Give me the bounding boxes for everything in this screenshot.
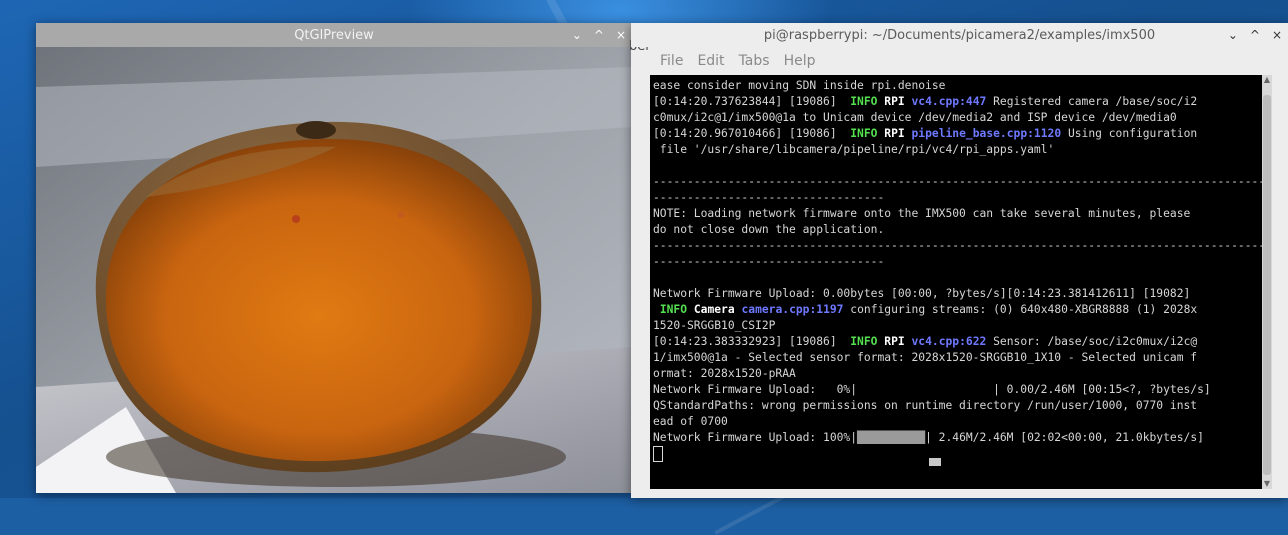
terminal-text: INFO <box>850 95 878 108</box>
terminal-line: ----------------------------------------… <box>653 238 1262 254</box>
terminal-text: vc4.cpp:622 <box>911 335 987 348</box>
terminal-text: Sensor: /base/soc/i2c0mux/i2c@ <box>986 335 1198 348</box>
terminal-menubar: File Edit Tabs Help <box>631 47 1288 75</box>
terminal-window-title: pi@raspberrypi: ~/Documents/picamera2/ex… <box>763 27 1156 43</box>
terminal-line: Network Firmware Upload: 0.00bytes [00:0… <box>653 286 1262 302</box>
terminal-text: ormat: 2028x1520-pRAA <box>653 367 796 380</box>
terminal-line: [0:14:23.383332923] [19086] INFO RPI vc4… <box>653 334 1262 350</box>
maximize-icon[interactable]: ^ <box>594 23 604 47</box>
terminal-text: ease consider moving SDN inside rpi.deno… <box>653 79 946 92</box>
terminal-text: Network Firmware Upload: 0%| | 0.00/2.46… <box>653 383 1211 396</box>
terminal-text: c0mux/i2c@1/imx500@1a to Unicam device /… <box>653 111 1177 124</box>
scrollbar-thumb[interactable] <box>1263 95 1271 475</box>
progress-bar-fill: ██████████ <box>857 431 926 444</box>
terminal-text: Using configuration <box>1061 127 1198 140</box>
terminal-text: [0:14:20.967010466] [19086] <box>653 127 851 140</box>
menu-tabs[interactable]: Tabs <box>739 53 770 69</box>
terminal-text: [0:14:20.737623844] [19086] <box>653 95 851 108</box>
terminal-line: c0mux/i2c@1/imx500@1a to Unicam device /… <box>653 110 1262 126</box>
terminal-text: Network Firmware Upload: 0.00bytes [00:0… <box>653 287 1191 300</box>
terminal-text: 1/imx500@1a - Selected sensor format: 20… <box>653 351 1198 364</box>
terminal-text: INFO <box>659 303 688 316</box>
terminal-line: NOTE: Loading network firmware onto the … <box>653 206 1262 222</box>
terminal-text: camera.cpp:1197 <box>741 303 844 316</box>
terminal-line: ormat: 2028x1520-pRAA <box>653 366 1262 382</box>
menu-edit[interactable]: Edit <box>697 53 724 69</box>
terminal-line: QStandardPaths: wrong permissions on run… <box>653 398 1262 414</box>
menu-file[interactable]: File <box>660 53 683 69</box>
terminal-text: pipeline_base.cpp:1120 <box>911 127 1062 140</box>
terminal-text: INFO <box>850 127 878 140</box>
maximize-icon[interactable]: ^ <box>1250 23 1260 47</box>
terminal-line: 1/imx500@1a - Selected sensor format: 20… <box>653 350 1262 366</box>
terminal-text: vc4.cpp:447 <box>911 95 987 108</box>
terminal-line: file '/usr/share/libcamera/pipeline/rpi/… <box>653 142 1262 158</box>
terminal-line: ease consider moving SDN inside rpi.deno… <box>653 78 1262 94</box>
scroll-to-bottom-icon[interactable] <box>929 458 941 466</box>
camera-preview-image <box>36 47 632 493</box>
terminal-line: Network Firmware Upload: 0%| | 0.00/2.46… <box>653 382 1262 398</box>
terminal-text: Network Firmware Upload: 100%| <box>653 431 858 444</box>
orange-photo <box>36 47 632 493</box>
terminal-line: INFO Camera camera.cpp:1197 configuring … <box>653 302 1262 318</box>
terminal-text: ----------------------------------------… <box>653 175 1262 188</box>
terminal-line: ---------------------------------- <box>653 190 1262 206</box>
terminal-text: QStandardPaths: wrong permissions on run… <box>653 399 1198 412</box>
terminal-text: RPI <box>884 95 905 108</box>
terminal-line: [0:14:20.737623844] [19086] INFO RPI vc4… <box>653 94 1262 110</box>
scroll-up-icon[interactable]: ▲ <box>1262 75 1272 85</box>
terminal-text: [0:14:23.383332923] [19086] <box>653 335 851 348</box>
terminal-text: configuring streams: (0) 640x480-XBGR888… <box>843 303 1198 316</box>
terminal-text: RPI <box>884 335 905 348</box>
preview-window-controls: ⌄ ^ × <box>572 23 626 47</box>
terminal-scrollbar[interactable]: ▲ ▼ <box>1262 75 1272 489</box>
terminal-text: INFO <box>850 335 878 348</box>
minimize-icon[interactable]: ⌄ <box>1228 23 1238 47</box>
terminal-window: ber pi@raspberrypi: ~/Documents/picamera… <box>629 23 1288 498</box>
text-cursor <box>653 446 663 462</box>
terminal-text: ---------------------------------- <box>653 191 885 204</box>
close-icon[interactable]: × <box>1272 23 1282 47</box>
terminal-text: file '/usr/share/libcamera/pipeline/rpi/… <box>653 143 1055 156</box>
terminal-text: do not close down the application. <box>653 223 885 236</box>
terminal-prompt-line[interactable] <box>653 446 1262 462</box>
terminal-text: RPI <box>884 127 905 140</box>
terminal-output[interactable]: ease consider moving SDN inside rpi.deno… <box>650 75 1262 489</box>
close-icon[interactable]: × <box>616 23 626 47</box>
terminal-text: Camera <box>693 303 735 316</box>
minimize-icon[interactable]: ⌄ <box>572 23 582 47</box>
terminal-window-controls: ⌄ ^ × <box>1228 23 1282 47</box>
terminal-titlebar[interactable]: pi@raspberrypi: ~/Documents/picamera2/ex… <box>631 23 1288 47</box>
terminal-text: Registered camera /base/soc/i2 <box>986 95 1198 108</box>
terminal-text: ead of 0700 <box>653 415 728 428</box>
scroll-down-icon[interactable]: ▼ <box>1262 479 1272 489</box>
terminal-text: ----------------------------------------… <box>653 239 1262 252</box>
terminal-text: | 2.46M/2.46M [02:02<00:00, 21.0kbytes/s… <box>925 431 1204 444</box>
terminal-line: 1520-SRGGB10_CSI2P <box>653 318 1262 334</box>
preview-window: QtGlPreview ⌄ ^ × <box>36 23 632 493</box>
terminal-text: ---------------------------------- <box>653 255 885 268</box>
terminal-text: 1520-SRGGB10_CSI2P <box>653 319 776 332</box>
terminal-line: do not close down the application. <box>653 222 1262 238</box>
menu-help[interactable]: Help <box>784 53 816 69</box>
terminal-line: Network Firmware Upload: 100%|██████████… <box>653 430 1262 446</box>
terminal-line: ead of 0700 <box>653 414 1262 430</box>
preview-window-title: QtGlPreview <box>294 27 374 43</box>
terminal-line: [0:14:20.967010466] [19086] INFO RPI pip… <box>653 126 1262 142</box>
terminal-line: ---------------------------------- <box>653 254 1262 270</box>
terminal-line: ----------------------------------------… <box>653 174 1262 190</box>
terminal-text: NOTE: Loading network firmware onto the … <box>653 207 1191 220</box>
preview-titlebar[interactable]: QtGlPreview ⌄ ^ × <box>36 23 632 47</box>
